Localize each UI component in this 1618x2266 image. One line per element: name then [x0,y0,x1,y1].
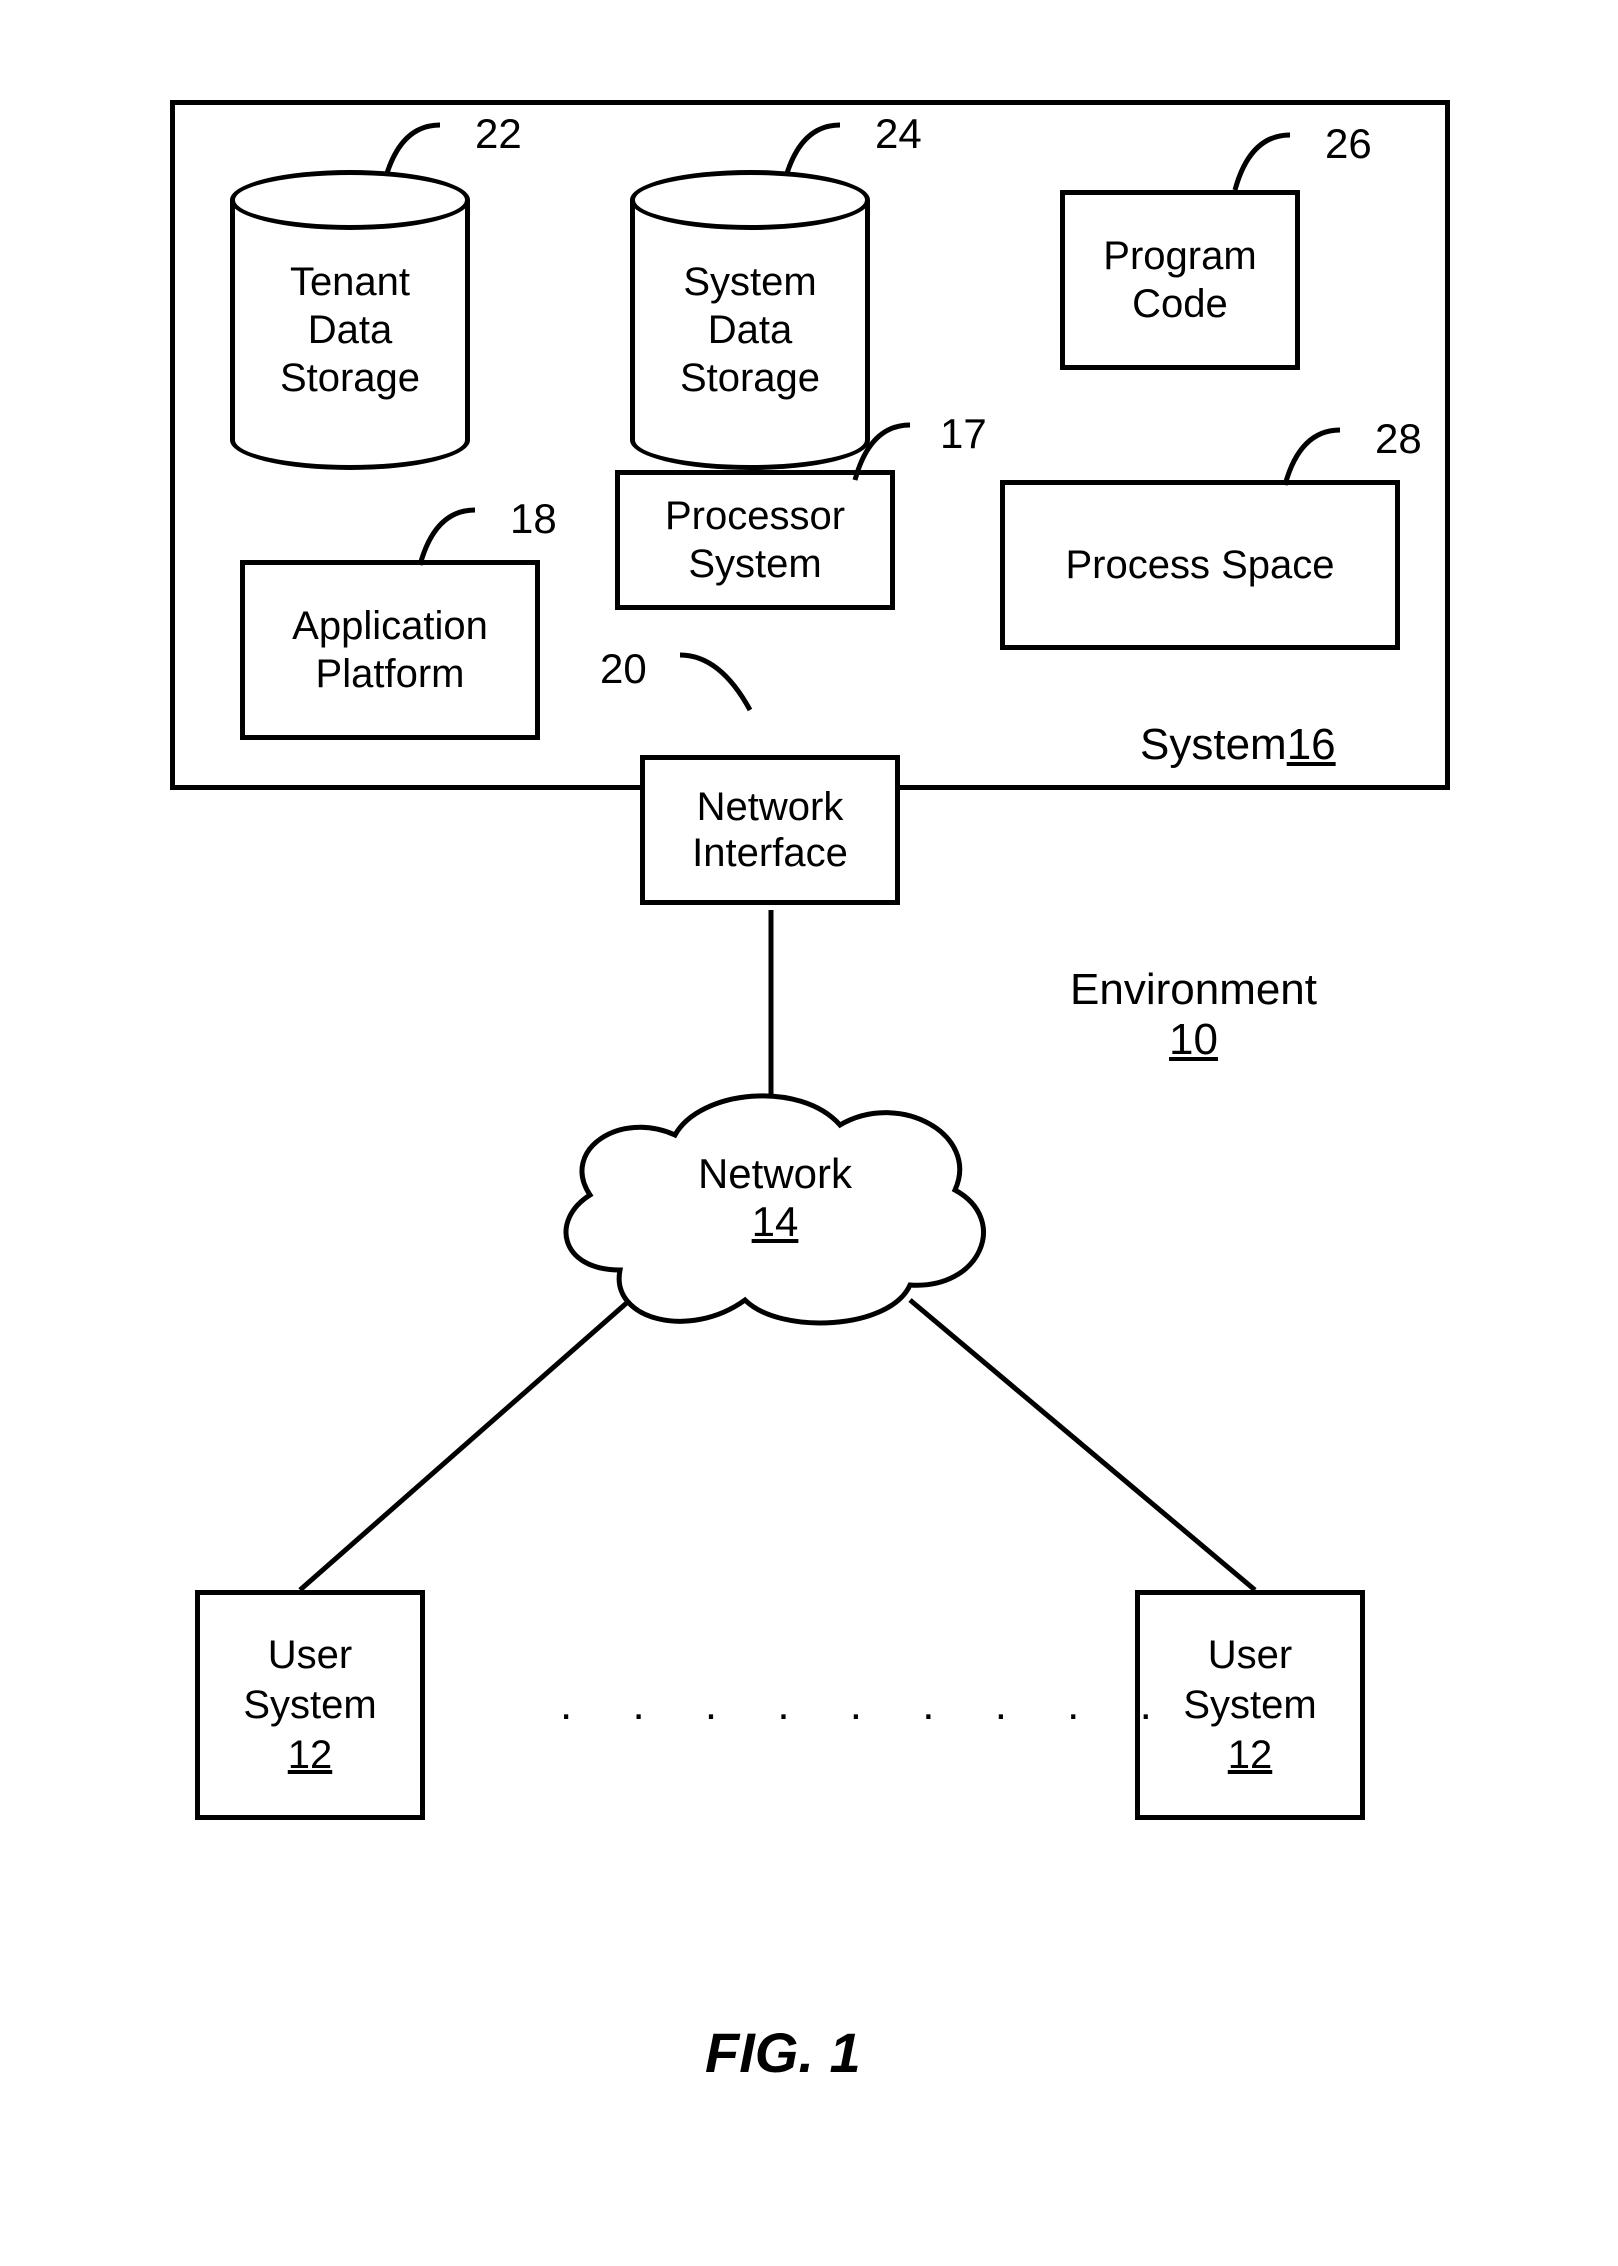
tenant-data-storage-label: Tenant Data Storage [280,258,420,402]
diagram-canvas: System16 Tenant Data Storage 22 System D… [0,0,1618,2266]
process-space-label: Process Space [1065,541,1334,589]
callout-20 [675,645,765,715]
ref-28: 28 [1375,415,1422,463]
processor-system-box: Processor System [615,470,895,610]
system-label-text: System [1140,720,1287,769]
application-platform-label: Application Platform [292,602,488,698]
user-system-left: User System 12 [195,1590,425,1820]
callout-18 [415,500,505,570]
user-system-left-num: 12 [288,1730,333,1780]
figure-label: FIG. 1 [705,2020,861,2085]
system-label-num: 16 [1287,720,1336,769]
environment-label: Environment 10 [1070,965,1317,1065]
ref-24: 24 [875,110,922,158]
network-label-num: 14 [690,1198,860,1246]
program-code-box: Program Code [1060,190,1300,370]
environment-label-text: Environment [1070,965,1317,1015]
network-label-text: Network [690,1150,860,1198]
callout-26 [1230,125,1320,195]
program-code-label: Program Code [1103,232,1256,328]
environment-label-num: 10 [1070,1015,1317,1065]
tenant-data-storage: Tenant Data Storage [230,170,470,470]
user-system-right-label: User System [1183,1630,1316,1730]
callout-28 [1280,420,1370,490]
system-label: System16 [1140,720,1336,770]
network-label: Network 14 [690,1150,860,1246]
ref-17: 17 [940,410,987,458]
processor-system-label: Processor System [665,492,845,588]
ref-18: 18 [510,495,557,543]
network-interface-box: Network Interface [640,755,900,905]
user-system-right-num: 12 [1228,1730,1273,1780]
ellipsis-dots: . . . . . . . . . [560,1680,1176,1730]
ref-20: 20 [600,645,647,693]
user-system-left-label: User System [243,1630,376,1730]
system-data-storage: System Data Storage [630,170,870,470]
ref-26: 26 [1325,120,1372,168]
process-space-box: Process Space [1000,480,1400,650]
ref-22: 22 [475,110,522,158]
application-platform-box: Application Platform [240,560,540,740]
system-data-storage-label: System Data Storage [680,258,820,402]
network-interface-label: Network Interface [692,784,848,876]
